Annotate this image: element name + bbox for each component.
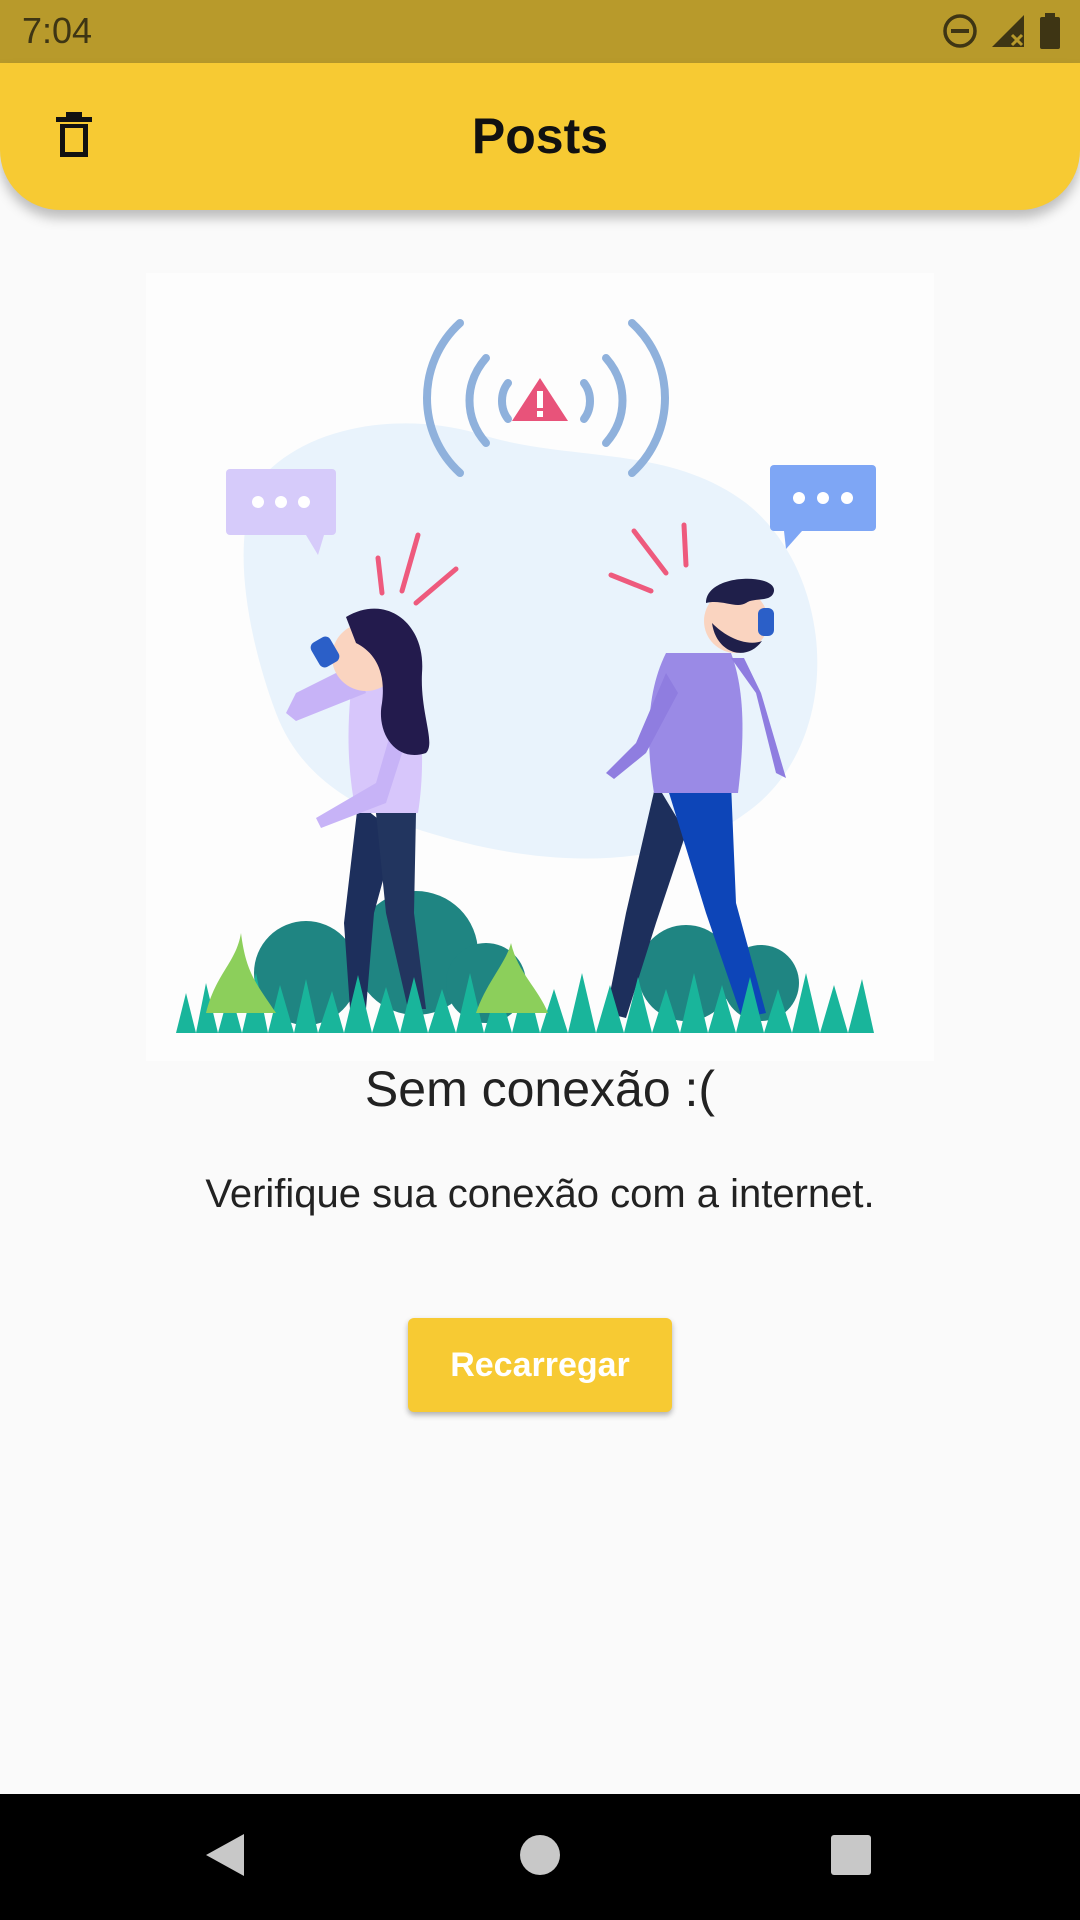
screen: 7:04 Posts Sem conexão:(Verifique sua … bbox=[0, 0, 1080, 1920]
status-time: 7:04 bbox=[22, 10, 93, 51]
navigation-bar bbox=[0, 1794, 1080, 1920]
reload-button[interactable]: Recarregar bbox=[408, 1318, 672, 1412]
status-icons bbox=[942, 12, 1062, 54]
recents-button[interactable] bbox=[818, 1824, 884, 1890]
do-not-disturb-icon bbox=[942, 13, 978, 53]
empty-state-title: Sem conexão :( bbox=[364, 1061, 716, 1117]
back-button[interactable] bbox=[192, 1824, 258, 1890]
home-button[interactable] bbox=[507, 1824, 573, 1890]
page-title: Posts bbox=[471, 108, 609, 164]
back-icon bbox=[202, 1830, 248, 1884]
battery-icon bbox=[1038, 12, 1062, 54]
home-icon bbox=[518, 1833, 562, 1881]
signal-off-icon bbox=[990, 13, 1026, 53]
recents-icon bbox=[830, 1834, 872, 1880]
no-connection-illustration bbox=[146, 273, 934, 1061]
app-bar: Posts bbox=[0, 63, 1080, 210]
status-bar: 7:04 bbox=[0, 0, 1080, 63]
empty-state-message: Verifique sua conexão com a internet. bbox=[205, 1172, 875, 1216]
